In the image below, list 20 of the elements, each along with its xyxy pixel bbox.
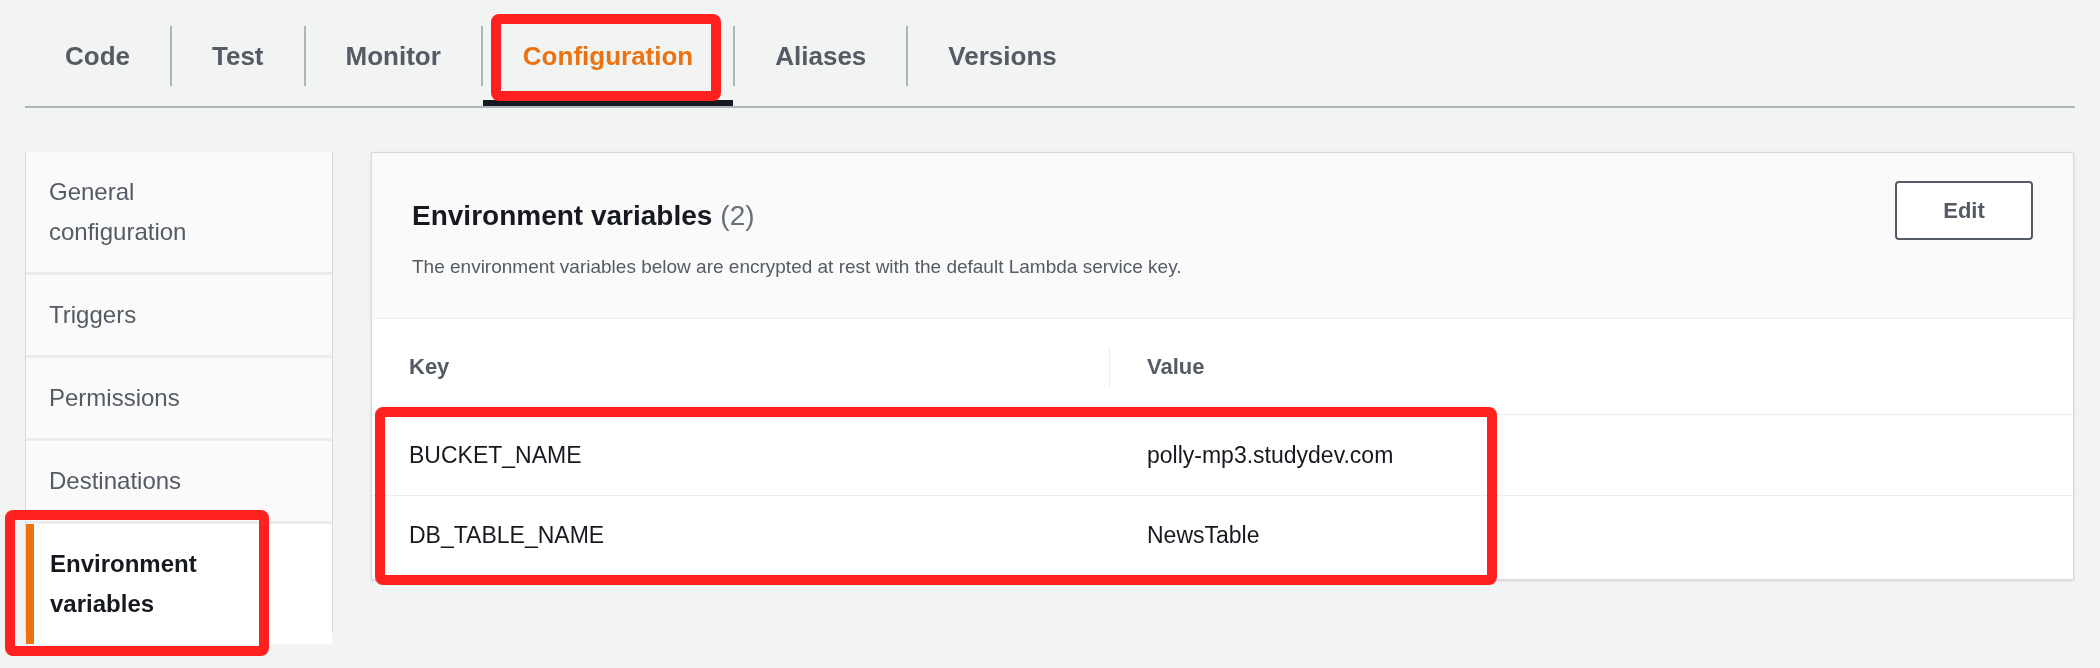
tab[interactable]: Code [25,6,170,106]
tab[interactable]: Versions [908,6,1097,106]
table-cell-text: DB_TABLE_NAME [408,521,606,551]
tab[interactable]: Test [172,6,304,106]
sidebar-item[interactable]: Triggers [26,275,332,355]
column-header: Value [1147,354,1205,379]
column-header: Key [409,353,450,381]
variable-count: (2) [720,199,755,233]
sidebar-item[interactable]: General configuration [26,152,332,272]
table-cell-text: polly-mp3.studydev.com [1146,440,1394,470]
sidebar-item[interactable]: Destinations [26,441,332,521]
tab[interactable]: Aliases [735,6,907,106]
panel-title: Environment variables [412,199,713,233]
tab[interactable]: Monitor [305,6,481,106]
sidebar-item[interactable]: Environment variables [26,524,332,644]
sidebar-item[interactable]: Permissions [26,358,332,438]
panel-description: The environment variables below are encrypted at rest with the default Lambda service key. [412,255,1182,279]
table-cell-text: NewsTable [1146,521,1260,551]
table-cell-text: BUCKET_NAME [408,440,583,470]
edit-button[interactable]: Edit [1895,181,2033,240]
